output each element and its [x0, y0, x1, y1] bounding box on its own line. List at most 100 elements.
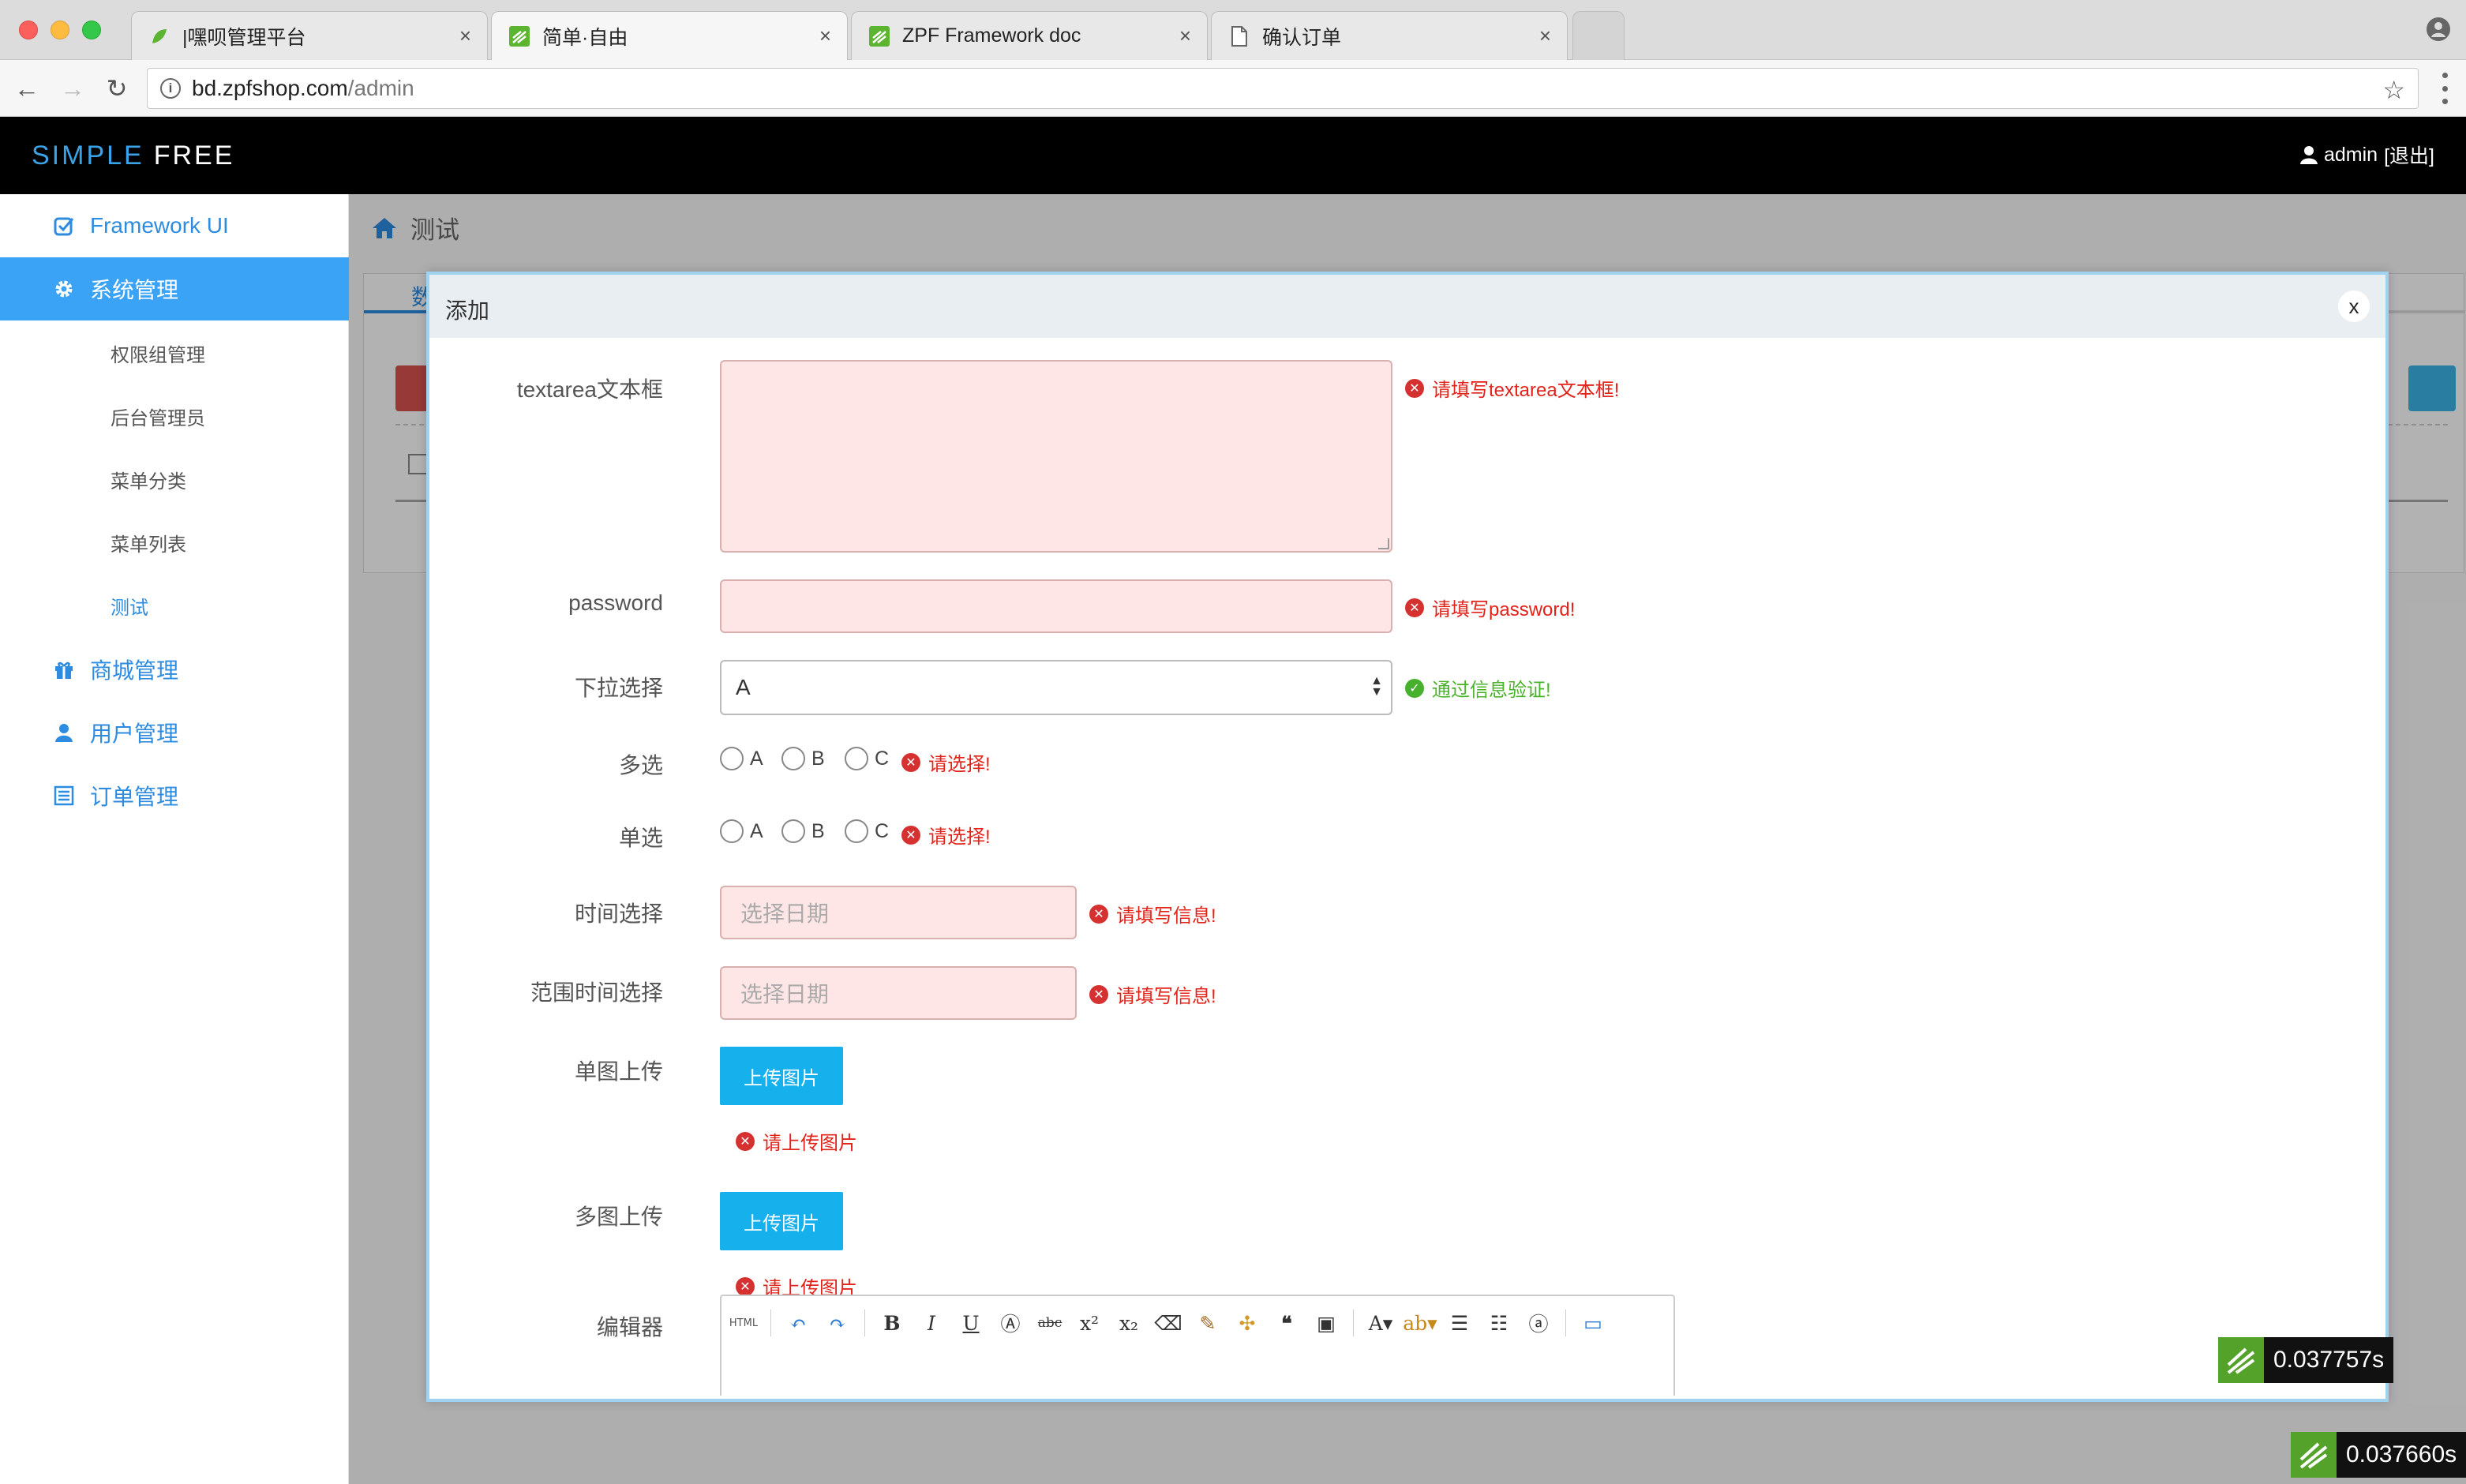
info-icon[interactable]: i	[160, 78, 181, 99]
subscript-icon[interactable]: x₂	[1111, 1307, 1146, 1339]
sidebar-subitem-menu-category[interactable]: 菜单分类	[111, 466, 186, 493]
password-error: ✕ 请填写password!	[1405, 594, 1575, 621]
underline-icon[interactable]: U	[954, 1307, 988, 1339]
sidebar-item-system[interactable]: 系统管理	[0, 257, 349, 320]
textarea-label: textarea文本框	[516, 377, 663, 402]
leaf-logo-icon	[2218, 1337, 2264, 1383]
time-label: 时间选择	[574, 901, 663, 926]
multi-option-b[interactable]: B	[781, 747, 825, 770]
browser-menu-icon[interactable]	[2441, 73, 2449, 104]
sidebar-subitem-admins[interactable]: 后台管理员	[111, 403, 205, 430]
font-border-icon[interactable]: Ⓐ	[993, 1307, 1028, 1339]
url-path: /admin	[347, 76, 414, 100]
sidebar-item-orders[interactable]: 订单管理	[0, 764, 349, 827]
reload-icon[interactable]: ↻	[101, 73, 133, 104]
sidebar-item-framework-ui[interactable]: Framework UI	[0, 194, 349, 257]
auto-format-icon[interactable]: ✣	[1230, 1307, 1265, 1339]
tab-close-button[interactable]: ×	[459, 24, 471, 48]
strikethrough-icon[interactable]: abc	[1032, 1307, 1067, 1339]
select-field[interactable]: A ▲ ▼	[720, 660, 1392, 715]
logout-link[interactable]: [退出]	[2384, 141, 2434, 169]
tab-close-button[interactable]: ×	[1539, 24, 1551, 48]
rich-text-editor[interactable]: HTML ↶ ↷ B I U Ⓐ abc x² x₂ ⌫ ✎ ✣ ❝ ▣ A▾ …	[720, 1295, 1675, 1396]
error-icon: ✕	[901, 825, 920, 845]
error-icon: ✕	[1089, 984, 1108, 1004]
format-brush-icon[interactable]: ✎	[1190, 1307, 1225, 1339]
dialog-close-button[interactable]: x	[2338, 290, 2370, 322]
select-arrows-icon: ▲ ▼	[1370, 674, 1383, 699]
tab-title: |嘿呗管理平台	[182, 26, 306, 49]
bookmark-star-icon[interactable]: ☆	[2382, 75, 2405, 105]
multi-option-c[interactable]: C	[845, 747, 889, 770]
sidebar-item-users[interactable]: 用户管理	[0, 701, 349, 764]
error-icon: ✕	[736, 1131, 755, 1151]
profile-icon[interactable]	[2425, 16, 2452, 43]
checkbox-circle[interactable]	[720, 747, 744, 770]
time-error: ✕ 请填写信息!	[1089, 900, 1216, 928]
checkbox-circle[interactable]	[781, 747, 805, 770]
zoom-window-button[interactable]	[82, 21, 101, 39]
radio-option-b[interactable]: B	[781, 819, 825, 843]
paste-plain-icon[interactable]: ▣	[1309, 1307, 1344, 1339]
sidebar-subitem-permission-groups[interactable]: 权限组管理	[111, 339, 205, 367]
radio-circle[interactable]	[845, 819, 868, 843]
back-arrow-icon[interactable]: ←	[11, 73, 43, 104]
timing-badge-page: 0.037660s	[2291, 1432, 2466, 1478]
new-tab-button[interactable]	[1572, 11, 1625, 60]
radio-circle[interactable]	[781, 819, 805, 843]
date-input[interactable]: 选择日期	[720, 886, 1077, 939]
browser-tab-4[interactable]: 确认订单 ×	[1211, 11, 1568, 60]
brand-part-2: FREE	[153, 141, 235, 171]
unordered-list-icon[interactable]: ☷	[1482, 1307, 1516, 1339]
radio-circle[interactable]	[720, 819, 744, 843]
close-window-button[interactable]	[19, 21, 38, 39]
forward-arrow-icon[interactable]: →	[57, 73, 88, 104]
italic-icon[interactable]: I	[914, 1307, 949, 1339]
user-icon	[55, 724, 73, 742]
browser-tab-3[interactable]: ZPF Framework doc ×	[851, 11, 1208, 60]
blockquote-icon[interactable]: ❝	[1269, 1307, 1304, 1339]
multi-option-a[interactable]: A	[720, 747, 763, 770]
radio-option-a[interactable]: A	[720, 819, 763, 843]
undo-icon[interactable]: ↶	[781, 1307, 815, 1339]
sidebar-subitem-menu-list[interactable]: 菜单列表	[111, 529, 186, 556]
sidebar-item-label: 系统管理	[90, 278, 179, 302]
multi-label: 多选	[618, 753, 663, 778]
tab-close-button[interactable]: ×	[1179, 24, 1191, 48]
address-toolbar: ← → ↻ i bd.zpfshop.com/admin ☆	[0, 60, 2466, 117]
sidebar-item-shop[interactable]: 商城管理	[0, 638, 349, 701]
multi-error: ✕ 请选择!	[901, 748, 991, 776]
redo-icon[interactable]: ↷	[820, 1307, 855, 1339]
resize-handle[interactable]	[1378, 538, 1389, 549]
sidebar-subitem-test[interactable]: 测试	[111, 592, 148, 620]
leaf-icon	[868, 24, 891, 48]
preview-icon[interactable]: ▭	[1576, 1307, 1610, 1339]
single-upload-button[interactable]: 上传图片	[720, 1047, 843, 1105]
checkbox-circle[interactable]	[845, 747, 868, 770]
browser-tab-2[interactable]: 简单·自由 ×	[491, 11, 848, 60]
date-range-input[interactable]: 选择日期	[720, 966, 1077, 1020]
minimize-window-button[interactable]	[51, 21, 69, 39]
eraser-icon[interactable]: ⌫	[1151, 1307, 1186, 1339]
superscript-icon[interactable]: x²	[1072, 1307, 1107, 1339]
font-color-icon[interactable]: A▾	[1363, 1307, 1398, 1339]
ordered-list-icon[interactable]: ☰	[1442, 1307, 1477, 1339]
error-icon: ✕	[1089, 904, 1108, 924]
sidebar-item-label: 商城管理	[90, 658, 179, 683]
dialog-header: 添加 x	[429, 275, 2385, 338]
timing-badge-modal: 0.037757s	[2218, 1337, 2394, 1383]
radio-option-c[interactable]: C	[845, 819, 889, 843]
brand-logo[interactable]: SIMPLE FREE	[32, 141, 234, 171]
url-bar[interactable]: i bd.zpfshop.com/admin ☆	[147, 68, 2419, 109]
tab-close-button[interactable]: ×	[819, 24, 831, 48]
sidebar-item-label: 用户管理	[90, 721, 179, 746]
browser-tab-1[interactable]: |嘿呗管理平台 ×	[131, 11, 488, 60]
select-all-icon[interactable]: ⓐ	[1521, 1307, 1556, 1339]
password-field[interactable]	[720, 579, 1392, 633]
textarea-field[interactable]	[720, 360, 1392, 553]
bold-icon[interactable]: B	[875, 1307, 909, 1339]
multi-upload-button[interactable]: 上传图片	[720, 1192, 843, 1250]
html-source-icon[interactable]: HTML	[726, 1307, 761, 1339]
timing-value: 0.037660s	[2337, 1432, 2466, 1478]
highlight-icon[interactable]: ab▾	[1403, 1307, 1437, 1339]
